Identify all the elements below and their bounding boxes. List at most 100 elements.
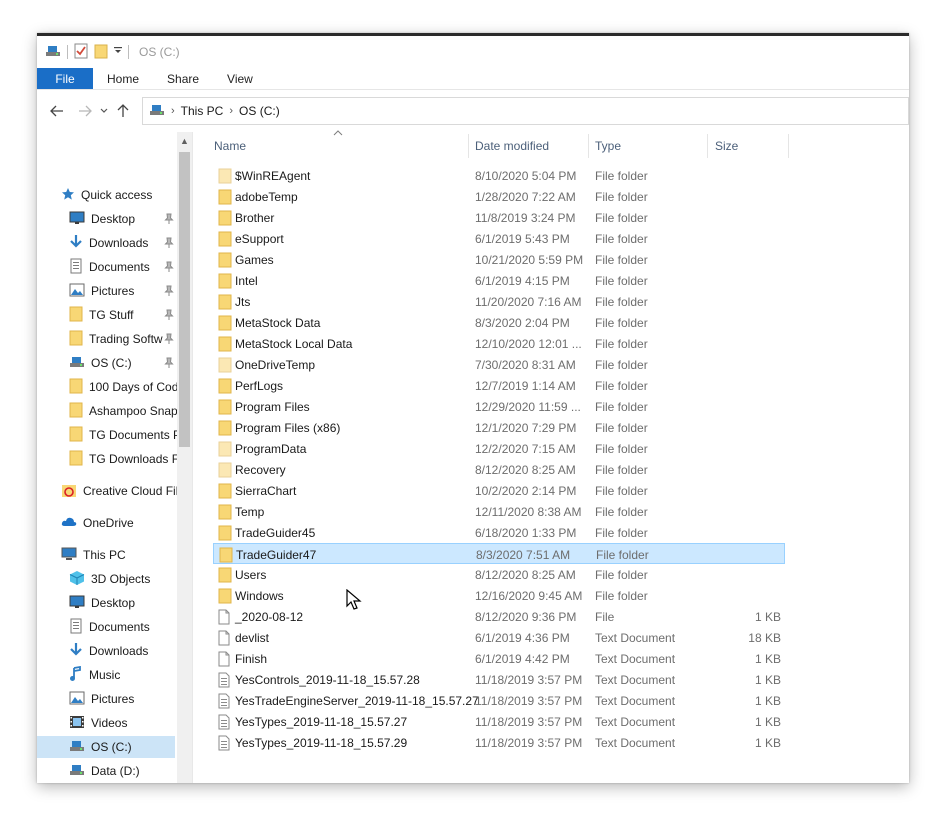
table-row[interactable]: Program Files 12/29/2020 11:59 ... File fo… (213, 396, 785, 417)
customize-toolbar-chevron-icon[interactable] (114, 45, 122, 59)
table-row[interactable]: PerfLogs 12/7/2019 1:14 AM File folder (213, 375, 785, 396)
table-row[interactable]: YesControls_2019-11-18_15.57.28 11/18/201… (213, 669, 785, 690)
text-document-icon (218, 714, 230, 733)
pin-icon[interactable] (164, 285, 174, 297)
sidebar-item-trading-softw[interactable]: Trading Softw (37, 328, 177, 350)
pin-icon[interactable] (164, 237, 174, 249)
back-arrow-icon[interactable] (45, 99, 69, 123)
nav-quick-access[interactable]: Quick access (61, 184, 192, 206)
sidebar-item-videos[interactable]: Videos (37, 712, 177, 734)
pin-icon[interactable] (164, 357, 174, 369)
table-row[interactable]: SierraChart 10/2/2020 2:14 PM File folder (213, 480, 785, 501)
tab-home[interactable]: Home (93, 68, 153, 89)
scroll-thumb[interactable] (179, 152, 190, 447)
sidebar-item-documents[interactable]: Documents (37, 256, 177, 278)
tab-file[interactable]: File (37, 68, 93, 89)
sidebar-item-tg-stuff[interactable]: TG Stuff (37, 304, 177, 326)
file-type: File folder (595, 505, 648, 519)
column-divider[interactable] (788, 134, 789, 158)
drive-icon[interactable] (45, 44, 61, 61)
table-row[interactable]: MetaStock Data 8/3/2020 2:04 PM File folde… (213, 312, 785, 333)
table-row[interactable]: Temp 12/11/2020 8:38 AM File folder (213, 501, 785, 522)
sidebar-item-downloads[interactable]: Downloads (37, 232, 177, 254)
table-row[interactable]: Jts 11/20/2020 7:16 AM File folder (213, 291, 785, 312)
nav-scrollbar[interactable]: ▲ (177, 132, 192, 783)
tab-share[interactable]: Share (153, 68, 213, 89)
table-row[interactable]: Brother 11/8/2019 3:24 PM File folder (213, 207, 785, 228)
column-header-date[interactable]: Date modified (475, 132, 590, 160)
sidebar-item-desktop[interactable]: Desktop (37, 208, 177, 230)
nav-creative-cloud[interactable]: Creative Cloud Fil (61, 480, 192, 502)
table-row[interactable]: _2020-08-12 8/12/2020 9:36 PM File 1 KB (213, 606, 785, 627)
table-row[interactable]: Program Files (x86) 12/1/2020 7:29 PM File… (213, 417, 785, 438)
column-divider[interactable] (468, 134, 469, 158)
navigation-pane: Quick access Desktop Downloads Documents Pi… (37, 132, 192, 783)
table-row[interactable]: $WinREAgent 8/10/2020 5:04 PM File folder (213, 165, 785, 186)
new-folder-icon[interactable] (94, 43, 108, 62)
file-list: Name Date modified Type Size $WinREAgent… (207, 130, 909, 783)
column-header-type[interactable]: Type (595, 132, 705, 160)
table-row[interactable]: eSupport 6/1/2019 5:43 PM File folder (213, 228, 785, 249)
table-row[interactable]: Windows 12/16/2020 9:45 AM File folder (213, 585, 785, 606)
properties-icon[interactable] (74, 43, 88, 62)
table-row[interactable]: ProgramData 12/2/2020 7:15 AM File folder (213, 438, 785, 459)
date-modified: 6/1/2019 4:15 PM (475, 274, 570, 288)
table-row[interactable]: Users 8/12/2020 8:25 AM File folder (213, 564, 785, 585)
sidebar-item-ashampoo-snap[interactable]: Ashampoo Snap (37, 400, 177, 422)
scroll-up-arrow-icon[interactable]: ▲ (180, 136, 189, 146)
sidebar-item-pictures[interactable]: Pictures (37, 688, 177, 710)
column-divider[interactable] (588, 134, 589, 158)
breadcrumb-separator-icon[interactable]: › (171, 105, 175, 117)
folder-icon (218, 168, 232, 187)
breadcrumb-separator-icon[interactable]: › (229, 105, 233, 117)
nav-label: OneDrive (83, 516, 134, 530)
sidebar-item-desktop[interactable]: Desktop (37, 592, 177, 614)
table-row[interactable]: TradeGuider47 8/3/2020 7:51 AM File folder (213, 543, 785, 564)
table-row[interactable]: Finish 6/1/2019 4:42 PM Text Document 1 KB (213, 648, 785, 669)
recent-locations-chevron-icon[interactable] (97, 99, 111, 123)
address-bar[interactable]: › This PC › OS (C:) (142, 97, 909, 125)
breadcrumb-os-c[interactable]: OS (C:) (239, 104, 280, 118)
table-row[interactable]: devlist 6/1/2019 4:36 PM Text Document 18 K… (213, 627, 785, 648)
sidebar-item-os-c[interactable]: OS (C:) (37, 352, 177, 374)
pin-icon[interactable] (164, 261, 174, 273)
drive-icon (69, 355, 85, 372)
table-row[interactable]: MetaStock Local Data 12/10/2020 12:01 ...… (213, 333, 785, 354)
pane-divider[interactable] (192, 132, 193, 783)
table-row[interactable]: YesTypes_2019-11-18_15.57.29 11/18/2019 3… (213, 732, 785, 753)
sidebar-item-music[interactable]: Music (37, 664, 177, 686)
forward-arrow-icon[interactable] (73, 99, 97, 123)
column-divider[interactable] (707, 134, 708, 158)
table-row[interactable]: adobeTemp 1/28/2020 7:22 AM File folder (213, 186, 785, 207)
pin-icon[interactable] (164, 309, 174, 321)
table-row[interactable]: Games 10/21/2020 5:59 PM File folder (213, 249, 785, 270)
sidebar-item-data-d[interactable]: Data (D:) (37, 760, 177, 782)
pin-icon[interactable] (164, 213, 174, 225)
column-header-size[interactable]: Size (715, 132, 785, 160)
column-header-name[interactable]: Name (214, 132, 469, 160)
table-row[interactable]: YesTypes_2019-11-18_15.57.27 11/18/2019 3… (213, 711, 785, 732)
sidebar-item-os-c[interactable]: OS (C:) (37, 736, 175, 758)
table-row[interactable]: TradeGuider45 6/18/2020 1:33 PM File folde… (213, 522, 785, 543)
table-row[interactable]: Recovery 8/12/2020 8:25 AM File folder (213, 459, 785, 480)
sidebar-item-tg-downloads-f[interactable]: TG Downloads F (37, 448, 177, 470)
table-row[interactable]: YesTradeEngineServer_2019-11-18_15.57.27… (213, 690, 785, 711)
up-arrow-icon[interactable] (111, 99, 135, 123)
sidebar-item-documents[interactable]: Documents (37, 616, 177, 638)
download-arrow-icon (69, 234, 83, 253)
nav-this-pc[interactable]: This PC (61, 544, 192, 566)
sidebar-item-100-days-of-cod[interactable]: 100 Days of Cod (37, 376, 177, 398)
pin-icon[interactable] (164, 333, 174, 345)
breadcrumb-this-pc[interactable]: This PC (181, 104, 224, 118)
sidebar-item-downloads[interactable]: Downloads (37, 640, 177, 662)
table-row[interactable]: OneDriveTemp 7/30/2020 8:31 AM File folder (213, 354, 785, 375)
sidebar-item-tg-documents-p[interactable]: TG Documents P (37, 424, 177, 446)
folder-icon (218, 357, 232, 376)
tab-view[interactable]: View (213, 68, 267, 89)
nav-onedrive[interactable]: OneDrive (61, 512, 192, 534)
table-row[interactable]: Intel 6/1/2019 4:15 PM File folder (213, 270, 785, 291)
date-modified: 11/18/2019 3:57 PM (475, 694, 583, 708)
sidebar-item-pictures[interactable]: Pictures (37, 280, 177, 302)
file-type: File folder (595, 568, 648, 582)
sidebar-item-3d-objects[interactable]: 3D Objects (37, 568, 177, 590)
